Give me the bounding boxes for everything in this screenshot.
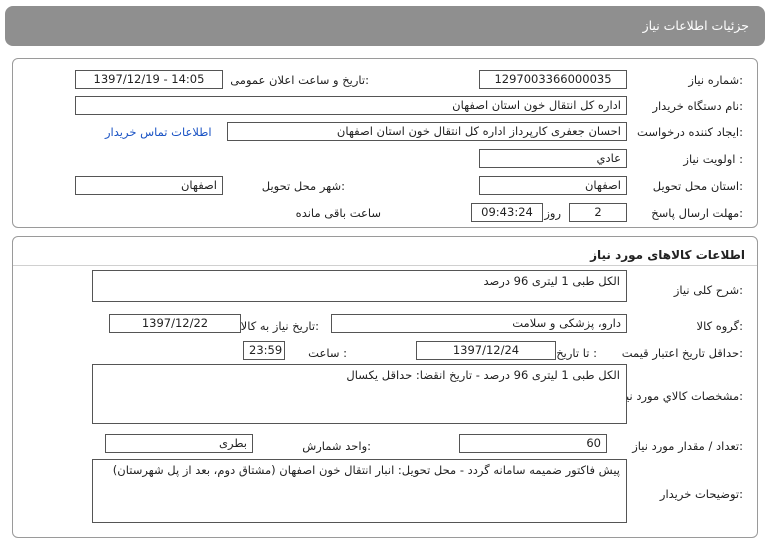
need-date-label: تاریخ نیاز به کالا: [240,319,319,333]
need-number-label: شماره نیاز: [688,73,743,87]
buyer-org-label: نام دستگاه خریدار: [652,99,743,113]
deadline-days-field: 2 [569,203,627,222]
requester-label: ایجاد کننده درخواست: [637,125,743,139]
unit-label: واحد شمارش: [302,439,371,453]
buyer-contact-link[interactable]: اطلاعات تماس خریدار [105,125,212,139]
goods-group-label: گروه کالا: [696,319,743,333]
buyer-notes-field: پیش فاکتور ضمیمه سامانه گردد - محل تحویل… [92,459,627,523]
page-title: جزئیات اطلاعات نیاز [642,18,749,33]
remaining-label: ساعت باقی مانده [295,206,381,220]
deadline-time-field: 09:43:24 [471,203,543,222]
unit-field: بطری [105,434,253,453]
spec-label: مشخصات کالاي مورد نیاز: [616,389,743,403]
to-date-label: تا تاریخ : [556,346,597,360]
page-header: جزئیات اطلاعات نیاز [5,6,765,46]
summary-field: الکل طبی 1 لیتری 96 درصد [92,270,627,302]
city-label: شهر محل تحویل: [261,179,345,193]
announce-date-label: تاریخ و ساعت اعلان عمومی: [230,73,369,87]
goods-group-field: دارو، پزشکی و سلامت [331,314,627,333]
quantity-field: 60 [459,434,607,453]
goods-section: اطلاعات کالاهای مورد نیاز شرح کلی نیاز: … [12,236,758,538]
summary-label: شرح کلی نیاز: [673,283,743,297]
priority-field: عادي [479,149,627,168]
province-label: استان محل تحویل: [652,179,743,193]
section-divider [13,265,757,266]
city-field: اصفهان [75,176,223,195]
buyer-org-field: اداره کل انتقال خون استان اصفهان [75,96,627,115]
need-date-field: 1397/12/22 [109,314,241,333]
spec-field: الکل طبی 1 لیتری 96 درصد - تاریخ انقضا: … [92,364,627,424]
to-date-field: 1397/12/24 [416,341,556,360]
requester-field: احسان جعفری کارپرداز اداره کل انتقال خون… [227,122,627,141]
need-info-section: شماره نیاز: 1297003366000035 تاریخ و ساع… [12,58,758,228]
goods-section-title: اطلاعات کالاهای مورد نیاز [590,248,745,262]
validity-time-label: ساعت : [308,346,347,360]
priority-label: اولویت نیاز : [683,152,743,166]
validity-time-field: 23:59 [243,341,285,360]
validity-date-label: حداقل تاریخ اعتبار قیمت: [621,346,743,360]
deadline-label: مهلت ارسال پاسخ: [651,206,743,220]
buyer-notes-label: توضیحات خریدار: [659,487,743,501]
quantity-label: تعداد / مقدار مورد نیاز: [632,439,743,453]
need-number-field: 1297003366000035 [479,70,627,89]
province-field: اصفهان [479,176,627,195]
announce-date-field: 1397/12/19 - 14:05 [75,70,223,89]
